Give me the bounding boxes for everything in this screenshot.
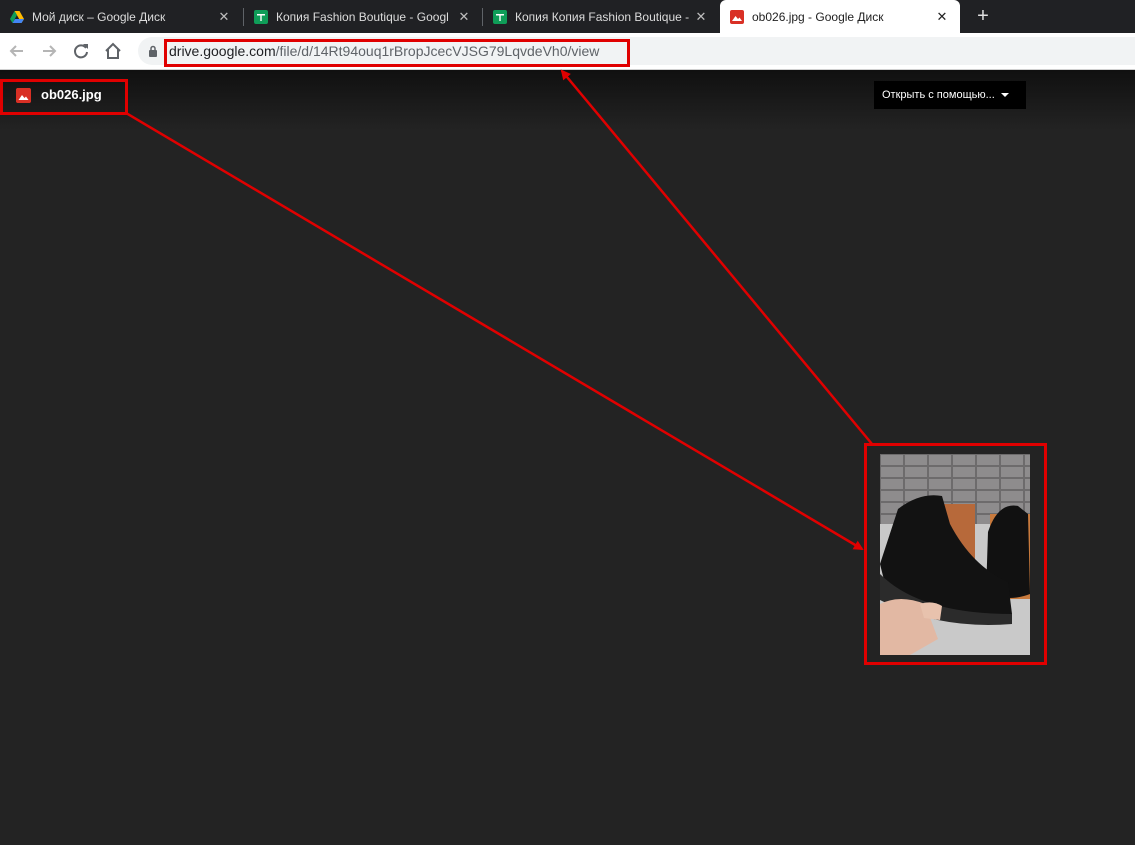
google-sheets-icon: [254, 9, 268, 24]
browser-tab-strip: Мой диск – Google Диск ✕ Копия Fashion B…: [0, 0, 1135, 33]
google-sheets-icon: [493, 9, 507, 24]
close-tab-icon[interactable]: ✕: [216, 9, 232, 25]
tab-title: ob026.jpg - Google Диск: [752, 9, 884, 24]
tab-title: Копия Fashion Boutique - Googl: [276, 9, 449, 24]
url-domain: drive.google.com: [169, 43, 276, 59]
tab-fashion-boutique-copy[interactable]: Копия Fashion Boutique - Googl ✕: [244, 0, 482, 33]
drive-file-viewer: ob026.jpg Открыть с помощью...: [0, 70, 1135, 845]
tab-fashion-boutique-copy-copy[interactable]: Копия Копия Fashion Boutique - ✕: [483, 0, 719, 33]
google-drive-icon: [10, 10, 24, 23]
address-bar[interactable]: drive.google.com/file/d/14Rt94ouq1rBropJ…: [138, 37, 1135, 65]
reload-icon[interactable]: [70, 40, 92, 62]
close-tab-icon[interactable]: ✕: [456, 9, 472, 25]
image-preview[interactable]: [880, 454, 1030, 655]
url-text: drive.google.com/file/d/14Rt94ouq1rBropJ…: [169, 43, 599, 59]
image-file-icon: [730, 9, 744, 24]
forward-arrow-icon[interactable]: [38, 40, 60, 62]
lock-icon: [149, 45, 157, 57]
image-file-icon: [16, 88, 31, 103]
sneaker-photo-image: [880, 454, 1030, 655]
url-path: /file/d/14Rt94ouq1rBropJcecVJSG79LqvdeVh…: [275, 43, 600, 59]
open-with-label: Открыть с помощью...: [882, 89, 995, 101]
home-icon[interactable]: [102, 40, 124, 62]
back-arrow-icon[interactable]: [6, 40, 28, 62]
file-name-label: ob026.jpg: [41, 87, 102, 102]
tab-ob026-active[interactable]: ob026.jpg - Google Диск ✕: [720, 0, 960, 33]
tab-title: Копия Копия Fashion Boutique -: [515, 9, 690, 24]
browser-toolbar: drive.google.com/file/d/14Rt94ouq1rBropJ…: [0, 33, 1135, 70]
tab-my-drive[interactable]: Мой диск – Google Диск ✕: [0, 0, 242, 33]
close-tab-icon[interactable]: ✕: [693, 9, 709, 25]
tab-title: Мой диск – Google Диск: [32, 9, 166, 24]
caret-down-icon: [1000, 93, 1009, 97]
viewer-header: ob026.jpg Открыть с помощью...: [0, 70, 1135, 130]
new-tab-button[interactable]: +: [972, 5, 994, 27]
open-with-button[interactable]: Открыть с помощью...: [874, 81, 1026, 109]
close-tab-icon[interactable]: ✕: [934, 9, 950, 25]
